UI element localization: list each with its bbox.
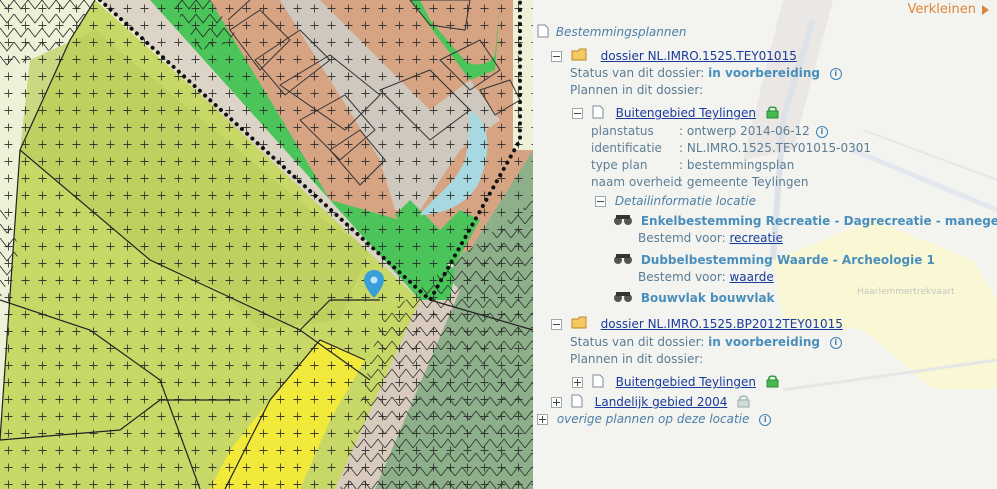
dossier-status: Status van dit dossier: in voorbereiding… bbox=[570, 66, 842, 80]
info-icon[interactable]: i bbox=[829, 67, 842, 80]
tree-root-label: Bestemmingsplannen bbox=[555, 25, 687, 39]
lock-icon bbox=[737, 394, 750, 411]
dossier-title-link[interactable]: dossier NL.IMRO.1525.TEY01015 bbox=[601, 49, 797, 63]
more-plans-row[interactable]: overige plannen op deze locatie i bbox=[537, 412, 772, 426]
dossier-status: Status van dit dossier: in voorbereiding… bbox=[570, 335, 842, 349]
dossier-title-link[interactable]: dossier NL.IMRO.1525.BP2012TEY01015 bbox=[601, 317, 843, 331]
binoculars-icon bbox=[613, 253, 633, 268]
lock-icon bbox=[766, 374, 779, 391]
plans-label: Plannen in dit dossier: bbox=[570, 352, 704, 366]
plan-row[interactable]: Landelijk gebied 2004 bbox=[551, 394, 750, 411]
detail-item[interactable]: Dubbelbestemming Waarde - Archeologie 1 bbox=[613, 253, 935, 268]
info-panel: Haarlemmertrekvaart Verkleinen Bestemmin… bbox=[533, 0, 997, 489]
more-plans-label: overige plannen op deze locatie bbox=[556, 412, 750, 426]
document-icon bbox=[592, 105, 604, 122]
dossier-row[interactable]: dossier NL.IMRO.1525.BP2012TEY01015 bbox=[551, 316, 843, 333]
purpose-link[interactable]: recreatie bbox=[729, 231, 782, 245]
plan-field: naam overheid: gemeente Teylingen bbox=[591, 175, 809, 189]
folder-icon bbox=[571, 316, 589, 333]
binoculars-icon bbox=[613, 214, 633, 229]
expand-toggle-icon[interactable] bbox=[572, 377, 583, 388]
detail-item[interactable]: Enkelbestemming Recreatie - Dagrecreatie… bbox=[613, 214, 997, 229]
lock-icon bbox=[766, 105, 779, 122]
expand-toggle-icon[interactable] bbox=[551, 397, 562, 408]
info-icon[interactable]: i bbox=[829, 336, 842, 349]
plan-title-link[interactable]: Buitengebied Teylingen bbox=[616, 375, 756, 389]
purpose-link[interactable]: waarde bbox=[729, 270, 773, 284]
document-icon bbox=[571, 394, 583, 411]
plan-title-link[interactable]: Landelijk gebied 2004 bbox=[595, 395, 728, 409]
dossier-row[interactable]: dossier NL.IMRO.1525.TEY01015 bbox=[551, 48, 797, 65]
info-icon[interactable]: i bbox=[815, 125, 828, 138]
detail-info-row[interactable]: Detailinformatie locatie bbox=[595, 194, 756, 208]
info-icon[interactable]: i bbox=[759, 413, 772, 426]
detail-item[interactable]: Bouwvlak bouwvlak bbox=[613, 291, 775, 306]
collapse-toggle-icon[interactable] bbox=[551, 51, 562, 62]
location-pin-icon[interactable] bbox=[364, 270, 384, 302]
map-canvas[interactable] bbox=[0, 0, 533, 489]
map-view[interactable] bbox=[0, 0, 533, 489]
expand-toggle-icon[interactable] bbox=[537, 414, 548, 425]
collapse-toggle-icon[interactable] bbox=[551, 319, 562, 330]
detail-purpose: Bestemd voor: recreatie bbox=[638, 231, 783, 245]
plans-label: Plannen in dit dossier: bbox=[570, 83, 704, 97]
document-icon bbox=[537, 24, 549, 41]
status-label: Status van dit dossier: bbox=[570, 66, 705, 80]
detail-purpose: Bestemd voor: waarde bbox=[638, 270, 774, 284]
tree-root[interactable]: Bestemmingsplannen bbox=[537, 24, 686, 41]
binoculars-icon bbox=[613, 291, 633, 306]
collapse-toggle-icon[interactable] bbox=[572, 108, 583, 119]
plan-row[interactable]: Buitengebied Teylingen bbox=[572, 105, 779, 122]
plan-field: planstatus: ontwerp 2014-06-12 i bbox=[591, 124, 828, 138]
status-value: in voorbereiding bbox=[708, 66, 820, 80]
detail-info-label: Detailinformatie locatie bbox=[614, 194, 756, 208]
plan-field: type plan: bestemmingsplan bbox=[591, 158, 795, 172]
detail-title: Enkelbestemming Recreatie - Dagrecreatie… bbox=[640, 214, 997, 228]
document-icon bbox=[592, 374, 604, 391]
detail-title: Dubbelbestemming Waarde - Archeologie 1 bbox=[640, 253, 935, 267]
plan-row[interactable]: Buitengebied Teylingen bbox=[572, 374, 779, 391]
plan-title-link[interactable]: Buitengebied Teylingen bbox=[616, 106, 756, 120]
detail-title: Bouwvlak bouwvlak bbox=[640, 291, 775, 305]
folder-icon bbox=[571, 48, 589, 65]
collapse-toggle-icon[interactable] bbox=[595, 196, 606, 207]
plan-field: identificatie: NL.IMRO.1525.TEY01015-030… bbox=[591, 141, 871, 155]
plan-tree: Bestemmingsplannen dossier NL.IMRO.1525.… bbox=[533, 0, 997, 489]
